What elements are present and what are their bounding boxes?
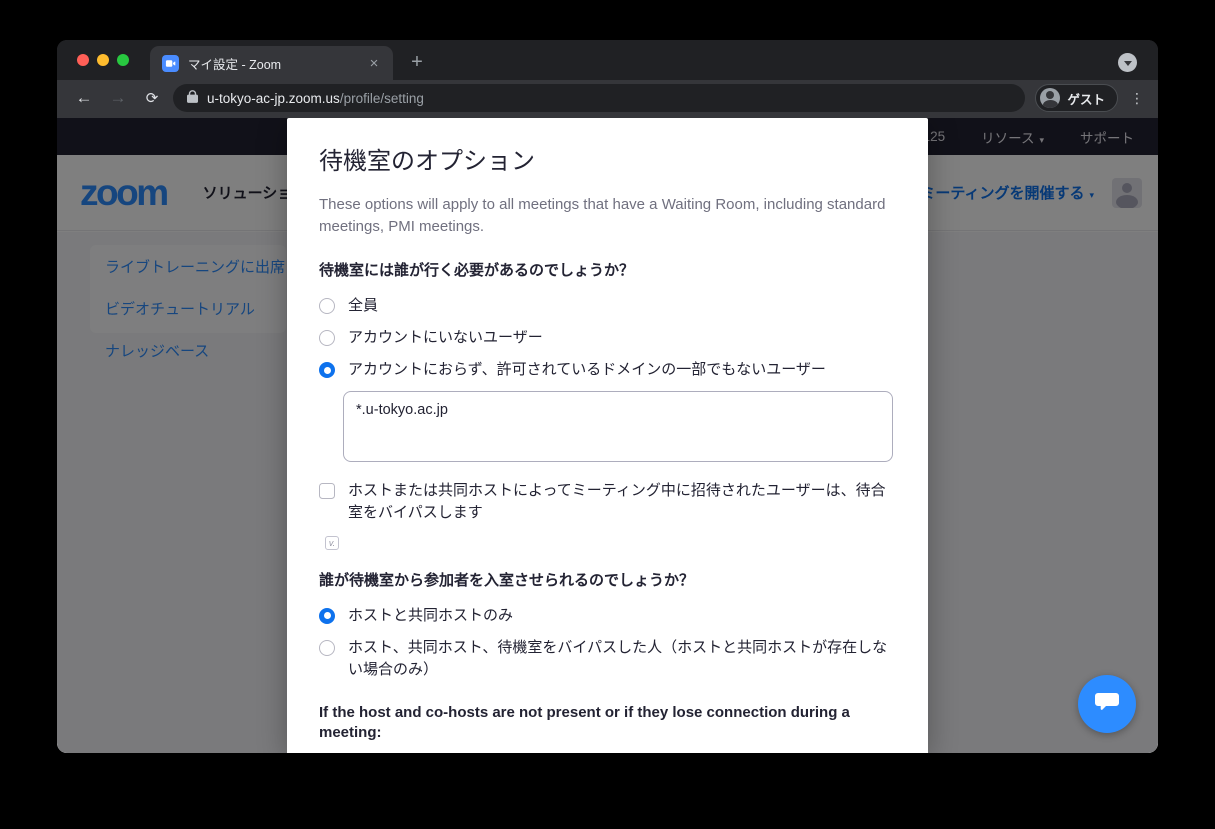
chat-bubble-icon [1094,690,1120,719]
profile-name: ゲスト [1067,89,1105,108]
tab-search-button[interactable] [1118,53,1137,72]
page-content: 88.799.0125 リソース▾ サポート zoom ソリューション ミーティ… [57,118,1158,753]
radio-icon[interactable] [319,640,335,656]
url-domain: u-tokyo-ac-jp.zoom.us [207,91,340,106]
browser-window: マイ設定 - Zoom × + ← → ⟳ u-tokyo-ac-jp.zoom… [57,40,1158,753]
question-host-not-present: If the host and co-hosts are not present… [319,703,896,743]
radio-icon[interactable] [319,298,335,314]
zoom-favicon-icon [162,55,179,72]
traffic-lights [77,54,129,66]
modal-description: These options will apply to all meetings… [319,194,896,237]
radio-icon[interactable] [319,362,335,378]
question-who-goes-to-waiting-room: 待機室には誰が行く必要があるのでしょうか？ [319,261,896,281]
close-window-button[interactable] [77,54,89,66]
lock-icon [187,90,198,106]
tab-title: マイ設定 - Zoom [188,54,365,73]
radio-option-everyone[interactable]: 全員 [319,295,896,317]
browser-toolbar: ← → ⟳ u-tokyo-ac-jp.zoom.us/profile/sett… [57,80,1158,118]
browser-menu-button[interactable]: ⋮ [1130,96,1144,101]
broken-image-icon: v. [325,536,339,550]
chat-launcher-button[interactable] [1078,675,1136,733]
url-path: /profile/setting [340,91,424,106]
allowed-domains-textarea[interactable]: *.u-tokyo.ac.jp [343,391,893,462]
minimize-window-button[interactable] [97,54,109,66]
profile-avatar-icon [1040,88,1060,108]
address-bar[interactable]: u-tokyo-ac-jp.zoom.us/profile/setting [173,84,1025,112]
waiting-room-options-modal: 待機室のオプション These options will apply to al… [287,118,928,753]
radio-option-host-cohosts-bypassers[interactable]: ホスト、共同ホスト、待機室をバイパスした人（ホストと共同ホストが存在しない場合の… [319,637,896,681]
radio-icon[interactable] [319,330,335,346]
forward-button[interactable]: → [105,85,131,111]
url-text: u-tokyo-ac-jp.zoom.us/profile/setting [207,91,424,106]
radio-option-users-not-in-allowed-domains[interactable]: アカウントにおらず、許可されているドメインの一部でもないユーザー [319,359,896,381]
browser-profile-chip[interactable]: ゲスト [1035,84,1118,112]
browser-tab[interactable]: マイ設定 - Zoom × [150,46,393,80]
radio-option-host-cohosts-only[interactable]: ホストと共同ホストのみ [319,605,896,627]
reload-button[interactable]: ⟳ [139,85,165,111]
radio-icon[interactable] [319,608,335,624]
checkbox-icon[interactable] [319,483,335,499]
bypass-waiting-room-checkbox-row[interactable]: ホストまたは共同ホストによってミーティング中に招待されたユーザーは、待合室をバイ… [319,480,896,524]
modal-title: 待機室のオプション [319,146,896,178]
zoom-window-button[interactable] [117,54,129,66]
radio-option-users-not-in-account[interactable]: アカウントにいないユーザー [319,327,896,349]
new-tab-button[interactable]: + [405,51,429,74]
question-who-can-admit: 誰が待機室から参加者を入室させられるのでしょうか？ [319,571,896,591]
tab-strip: マイ設定 - Zoom × + [57,40,1158,80]
back-button[interactable]: ← [71,85,97,111]
tab-close-icon[interactable]: × [365,55,383,72]
